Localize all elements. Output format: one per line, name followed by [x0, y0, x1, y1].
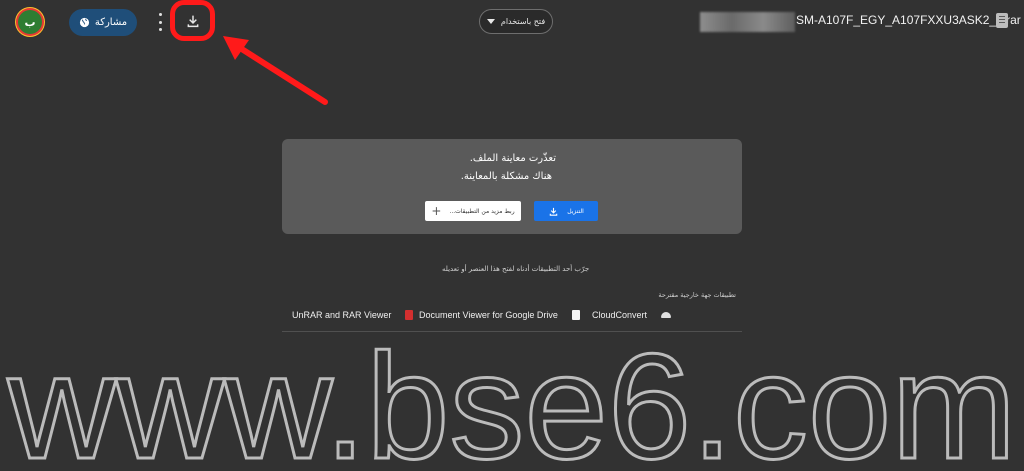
plus-icon: + — [431, 204, 442, 218]
connect-more-apps-button[interactable]: ربط مزيد من التطبيقات... + — [425, 201, 521, 221]
preview-error-card: تعذّرت معاينة الملف. هناك مشكلة بالمعاين… — [282, 139, 742, 234]
caret-down-icon — [486, 19, 495, 24]
svg-text:www.bse6.com: www.bse6.com — [7, 322, 1017, 471]
connect-more-label: ربط مزيد من التطبيقات... — [449, 207, 515, 215]
try-apps-hint: جرّب أحد التطبيقات أدناه لفتح هذا العنصر… — [442, 265, 590, 273]
download-icon — [549, 207, 558, 216]
archive-file-icon — [996, 13, 1008, 28]
open-with-label: فتح باستخدام — [500, 17, 546, 26]
suggested-apps-label: تطبيقات جهة خارجية مقترحة — [658, 291, 736, 299]
watermark: www.bse6.com — [5, 321, 1018, 471]
top-toolbar: ب مشاركة فتح باستخدام SM-A107F_EGY_A107F… — [0, 0, 1024, 105]
red-arrow-annotation — [223, 36, 328, 105]
open-with-dropdown[interactable]: فتح باستخدام — [479, 9, 553, 34]
more-options-icon[interactable] — [155, 13, 165, 31]
error-detail: هناك مشكلة بالمعاينة. — [460, 171, 552, 182]
avatar-letter: ب — [24, 15, 36, 29]
share-button[interactable]: مشاركة — [69, 9, 137, 36]
error-title: تعذّرت معاينة الملف. — [469, 153, 556, 164]
account-avatar[interactable]: ب — [18, 10, 42, 34]
download-button-highlighted[interactable] — [170, 0, 215, 41]
download-button[interactable]: التنزيل — [534, 201, 598, 221]
file-title: SM-A107F_EGY_A107FXXU3ASK2_9.rar — [796, 13, 1021, 27]
share-label: مشاركة — [94, 17, 128, 28]
redacted-area — [700, 12, 795, 32]
download-label: التنزيل — [567, 207, 584, 215]
download-icon — [187, 15, 198, 27]
globe-icon — [79, 17, 89, 28]
